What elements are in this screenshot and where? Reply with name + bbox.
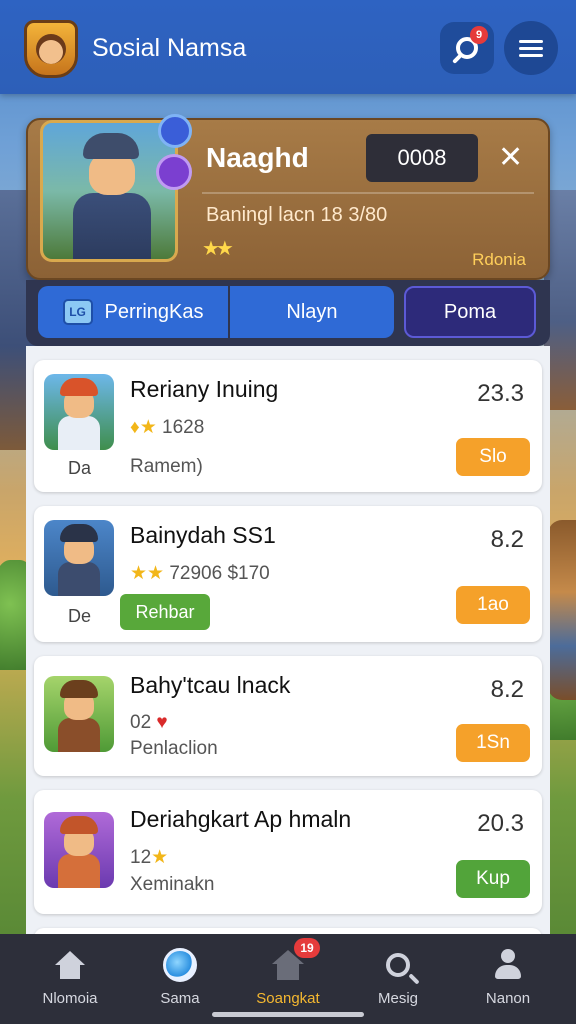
level-badge-icon (158, 114, 192, 148)
search-icon (386, 953, 410, 977)
item-tag: Rehbar (120, 594, 210, 630)
bottom-navigation: Nlomoia Sama 19 Soangkat Mesig Nanon (0, 934, 576, 1024)
item-score: 23.3 (477, 380, 524, 407)
player-avatar[interactable] (40, 120, 178, 262)
ranking-list: Reriany Inuing ♦★ 1628 Da Ramem) 23.3 Sl… (26, 346, 550, 936)
player-thumbnail (44, 520, 114, 596)
star-rating-icon: ★★ (202, 238, 234, 260)
home-indicator (212, 1012, 364, 1017)
player-thumbnail (44, 812, 114, 888)
tab-poma[interactable]: Poma (404, 286, 536, 338)
orb-icon (163, 948, 197, 982)
app-logo-icon (24, 20, 78, 78)
list-item[interactable]: Bahy'tcau lnack 02 ♥ Penlaclion 8.2 1Sn (34, 656, 542, 776)
tab-perringkas[interactable]: LG PerringKas (38, 286, 228, 338)
nav-label: Mesig (377, 990, 418, 1007)
profile-icon (493, 949, 523, 981)
region-label: Rdonia (472, 250, 526, 269)
item-score: 8.2 (490, 676, 524, 703)
player-name: Naaghd (206, 142, 309, 173)
item-action-button[interactable]: Slo (456, 438, 530, 476)
app-header: Sosial Namsa 9 (0, 0, 576, 94)
nav-item-nanon[interactable]: Nanon (458, 944, 558, 1007)
item-title: Reriany Inuing (130, 376, 279, 402)
item-subtitle: ★★ 72906 $170 (130, 563, 270, 584)
notification-badge: 9 (470, 26, 488, 44)
tab-label: Nlayn (286, 300, 338, 323)
list-item[interactable]: Bainydah SS1 ★★ 72906 $170 De Rehbar 8.2… (34, 506, 542, 642)
close-icon[interactable]: ✕ (498, 140, 523, 176)
app-title: Sosial Namsa (92, 34, 247, 62)
player-code[interactable]: 0008 (366, 134, 478, 182)
leaderboard-icon: LG (62, 299, 93, 325)
item-action-button[interactable]: 1ao (456, 586, 530, 624)
item-action-button[interactable]: 1Sn (456, 724, 530, 762)
nav-item-sama[interactable]: Sama (130, 944, 230, 1007)
item-subtitle: 12★ (130, 847, 169, 868)
nav-item-soangkat[interactable]: 19 Soangkat (238, 938, 338, 1007)
tab-label: Poma (443, 300, 497, 323)
star-icon: ★★ (130, 563, 165, 584)
tab-label: PerringKas (104, 300, 204, 323)
item-description: Xeminakn (130, 874, 215, 895)
list-item[interactable]: Reriany Inuing ♦★ 1628 Da Ramem) 23.3 Sl… (34, 360, 542, 492)
coin-star-icon: ♦★ (130, 417, 157, 438)
notification-badge: 19 (294, 938, 320, 958)
hamburger-menu-icon (519, 36, 543, 61)
nav-item-mesig[interactable]: Mesig (348, 944, 448, 1007)
item-description: Ramem) (130, 456, 203, 477)
home-icon (55, 951, 85, 979)
nav-label: Nanon (485, 990, 531, 1007)
nav-label: Soangkat (256, 990, 320, 1007)
item-title: Deriahgkart Ap hmaln (130, 806, 352, 832)
item-score: 8.2 (490, 526, 524, 553)
nav-label: Sama (160, 990, 200, 1007)
tab-nlayn[interactable]: Nlayn (230, 286, 394, 338)
search-button[interactable]: 9 (440, 22, 494, 74)
item-score: 20.3 (477, 810, 524, 837)
guild-badge-icon (156, 154, 192, 190)
nav-label: Nlomoia (42, 990, 98, 1007)
player-thumbnail (44, 374, 114, 450)
divider (202, 192, 534, 194)
item-action-button[interactable]: Kup (456, 860, 530, 898)
nav-item-home[interactable]: Nlomoia (20, 944, 120, 1007)
heart-icon: ♥ (156, 712, 168, 733)
item-subtitle: ♦★ 1628 (130, 417, 205, 438)
item-description: Penlaclion (130, 738, 218, 759)
item-title: Bainydah SS1 (130, 522, 276, 548)
star-icon: ★ (151, 847, 169, 868)
item-title: Bahy'tcau lnack (130, 672, 291, 698)
tab-bar: LG PerringKas Nlayn Poma (26, 280, 550, 346)
menu-button[interactable] (504, 21, 558, 75)
item-subtitle: 02 ♥ (130, 712, 168, 733)
rank-info: Baningl lacn 18 3/80 (206, 204, 388, 226)
list-item[interactable]: Deriahgkart Ap hmaln 12★ Xeminakn 20.3 K… (34, 790, 542, 914)
item-short-label: Da (68, 458, 92, 478)
profile-card: Naaghd 0008 ✕ Baningl lacn 18 3/80 ★★ Rd… (26, 114, 550, 280)
background-character-right (548, 520, 576, 700)
item-short-label: De (68, 606, 92, 626)
player-thumbnail (44, 676, 114, 752)
